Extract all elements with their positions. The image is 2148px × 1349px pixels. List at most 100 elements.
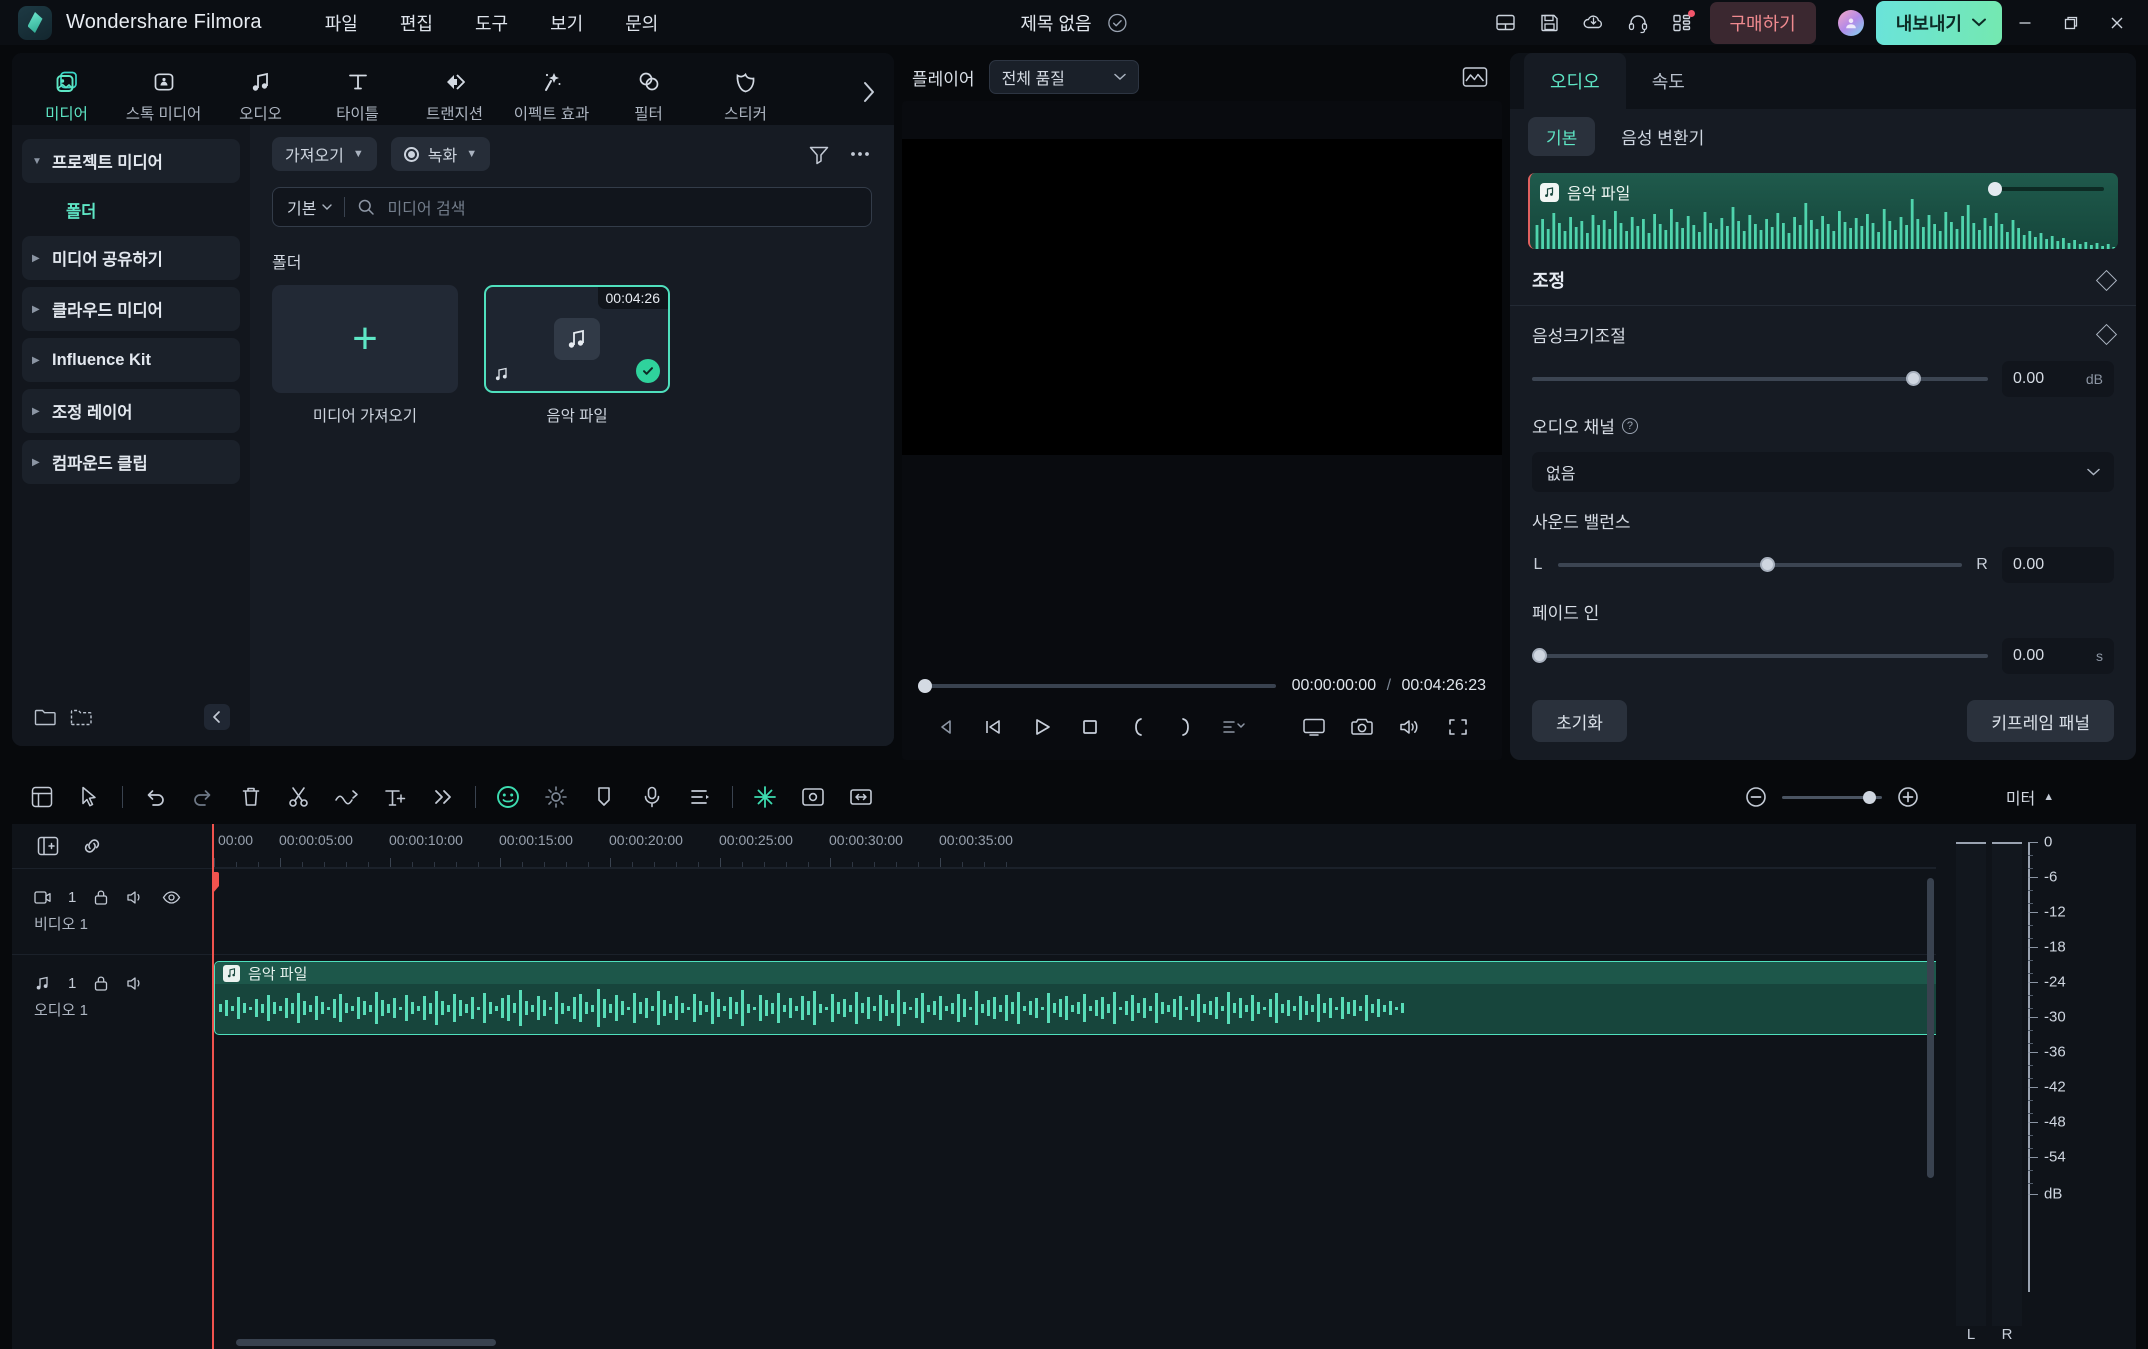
- volume-slider[interactable]: [1532, 371, 1988, 386]
- color-match-icon[interactable]: [532, 775, 580, 819]
- waveform-zoom-slider[interactable]: [1988, 182, 2104, 196]
- track-header-video-1[interactable]: 1 비디오 1: [12, 868, 212, 954]
- tab-speed-properties[interactable]: 속도: [1626, 53, 1711, 109]
- maximize-restore-button[interactable]: [2048, 0, 2094, 45]
- sidebar-item-influence-kit[interactable]: ▶ Influence Kit: [22, 338, 240, 382]
- timeline-ruler[interactable]: 00:00 00:00:05:00 00:00:10:00 00:00:15:0…: [212, 824, 1936, 868]
- sound-balance-value-field[interactable]: 0.00: [2002, 547, 2114, 583]
- more-options-icon[interactable]: [848, 143, 872, 165]
- markers-button[interactable]: [1210, 707, 1258, 747]
- timeline-horizontal-scrollbar[interactable]: [236, 1339, 496, 1346]
- hide-track-icon[interactable]: [162, 890, 181, 905]
- video-canvas[interactable]: [902, 139, 1502, 455]
- layout-icon[interactable]: [1484, 3, 1528, 43]
- volume-value-field[interactable]: 0.00 dB: [2002, 361, 2114, 397]
- menu-view[interactable]: 보기: [529, 4, 604, 42]
- lock-track-icon[interactable]: [93, 889, 109, 906]
- stop-button[interactable]: [1066, 707, 1114, 747]
- tab-audio[interactable]: 오디오: [212, 59, 309, 125]
- tab-filters[interactable]: 필터: [600, 59, 697, 125]
- waveform-zoom-handle[interactable]: [1988, 182, 2002, 196]
- menu-file[interactable]: 파일: [304, 4, 379, 42]
- sidebar-item-compound-clip[interactable]: ▶ 컴파운드 클립: [22, 440, 240, 484]
- crop-speed-icon[interactable]: [323, 775, 371, 819]
- scrubber-handle[interactable]: [918, 679, 932, 693]
- fullscreen-button[interactable]: [1434, 707, 1482, 747]
- add-track-icon[interactable]: [36, 835, 60, 857]
- subtab-basic[interactable]: 기본: [1528, 116, 1596, 156]
- media-item-import[interactable]: + 미디어 가져오기: [272, 285, 458, 426]
- fit-to-screen-icon[interactable]: [837, 775, 885, 819]
- zoom-in-icon[interactable]: [1896, 785, 1920, 809]
- mute-track-icon[interactable]: [126, 889, 145, 906]
- motion-tracking-icon[interactable]: [789, 775, 837, 819]
- playhead-handle[interactable]: [212, 870, 226, 902]
- mark-out-button[interactable]: [1162, 707, 1210, 747]
- lock-track-icon[interactable]: [93, 975, 109, 992]
- timeline-layout-icon[interactable]: [18, 775, 66, 819]
- previous-frame-button[interactable]: [922, 707, 970, 747]
- sound-balance-handle[interactable]: [1760, 557, 1775, 572]
- close-button[interactable]: [2094, 0, 2140, 45]
- audio-channel-select[interactable]: 없음: [1532, 452, 2114, 492]
- zoom-slider[interactable]: [1782, 790, 1882, 804]
- tab-stickers[interactable]: 스티커: [697, 59, 794, 125]
- keyframe-diamond-icon[interactable]: [2095, 323, 2118, 346]
- audio-mixer-icon[interactable]: [676, 775, 724, 819]
- more-tools-icon[interactable]: [419, 775, 467, 819]
- playhead[interactable]: [212, 824, 219, 1349]
- keyframe-panel-button[interactable]: 키프레임 패널: [1967, 700, 2114, 742]
- fade-in-slider[interactable]: [1532, 648, 1988, 663]
- snapshot-button[interactable]: [1338, 707, 1386, 747]
- subtab-voice-changer[interactable]: 음성 변환기: [1603, 117, 1722, 156]
- record-button[interactable]: 녹화 ▼: [390, 137, 491, 171]
- cloud-upload-icon[interactable]: [1572, 3, 1616, 43]
- quality-select[interactable]: 전체 품질: [988, 60, 1139, 94]
- track-header-audio-1[interactable]: 1 오디오 1: [12, 954, 212, 1040]
- sound-balance-slider[interactable]: [1558, 557, 1962, 572]
- zoom-slider-handle[interactable]: [1863, 790, 1876, 804]
- tab-transitions[interactable]: 트랜지션: [406, 59, 503, 125]
- menu-edit[interactable]: 편집: [379, 4, 454, 42]
- volume-slider-handle[interactable]: [1905, 371, 1921, 386]
- step-forward-button[interactable]: [970, 707, 1018, 747]
- search-input[interactable]: 기본 미디어 검색: [272, 187, 872, 227]
- audio-media-card[interactable]: 00:04:26: [484, 285, 670, 393]
- help-icon[interactable]: ?: [1621, 417, 1638, 434]
- voiceover-mic-icon[interactable]: [628, 775, 676, 819]
- selection-tool-icon[interactable]: [66, 775, 114, 819]
- headset-support-icon[interactable]: [1616, 3, 1660, 43]
- play-button[interactable]: [1018, 707, 1066, 747]
- minimize-button[interactable]: [2002, 0, 2048, 45]
- tab-audio-properties[interactable]: 오디오: [1524, 53, 1626, 109]
- timeline-vertical-scrollbar[interactable]: [1927, 878, 1934, 1178]
- export-button[interactable]: 내보내기: [1875, 0, 2002, 45]
- folder-options-icon[interactable]: [70, 707, 92, 727]
- collapse-sidebar-button[interactable]: [204, 704, 230, 730]
- keyframe-diamond-icon[interactable]: [2095, 269, 2118, 291]
- mark-in-button[interactable]: [1114, 707, 1162, 747]
- tab-stock-media[interactable]: 스톡 미디어: [115, 59, 212, 125]
- ai-smart-tool-icon[interactable]: [484, 775, 532, 819]
- redo-icon[interactable]: [179, 775, 227, 819]
- buy-button[interactable]: 구매하기: [1709, 1, 1816, 44]
- import-media-card[interactable]: +: [272, 285, 458, 393]
- sidebar-item-project-media[interactable]: ▼ 프로젝트 미디어: [22, 139, 240, 183]
- new-folder-icon[interactable]: [34, 707, 56, 727]
- tab-titles[interactable]: 타이틀: [309, 59, 406, 125]
- tab-effects[interactable]: 이펙트 효과: [503, 59, 600, 125]
- delete-icon[interactable]: [227, 775, 275, 819]
- menu-contact[interactable]: 문의: [604, 4, 679, 42]
- sidebar-item-folder[interactable]: 폴더: [22, 190, 240, 230]
- undo-icon[interactable]: [131, 775, 179, 819]
- sidebar-item-share-media[interactable]: ▶ 미디어 공유하기: [22, 236, 240, 280]
- fade-in-handle[interactable]: [1532, 648, 1547, 663]
- volume-button[interactable]: [1386, 707, 1434, 747]
- preview-scrubber[interactable]: [918, 679, 1276, 693]
- sidebar-item-adjustment-layer[interactable]: ▶ 조정 레이어: [22, 389, 240, 433]
- mute-track-icon[interactable]: [126, 975, 145, 992]
- fade-in-value-field[interactable]: 0.00 s: [2002, 638, 2114, 674]
- sidebar-item-cloud-media[interactable]: ▶ 클라우드 미디어: [22, 287, 240, 331]
- cast-screen-button[interactable]: [1290, 707, 1338, 747]
- marker-icon[interactable]: [580, 775, 628, 819]
